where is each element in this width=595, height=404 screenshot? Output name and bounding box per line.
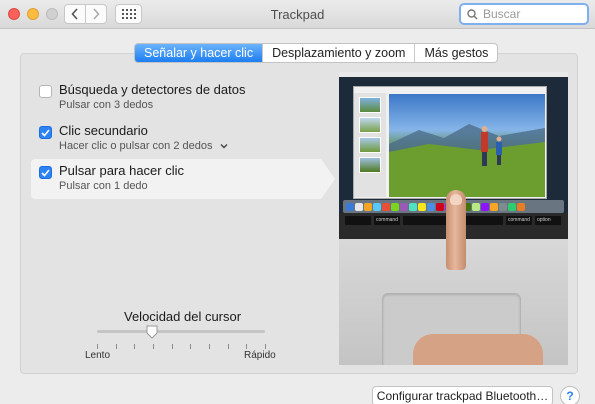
option-lookup-data-detectors[interactable]: Búsqueda y detectores de datos Pulsar co… — [31, 78, 321, 118]
dock-app-icon — [364, 202, 372, 211]
option-title: Pulsar para hacer clic — [59, 163, 184, 178]
menu-bar — [339, 72, 568, 77]
dock-app-icon — [382, 202, 390, 211]
gesture-preview-video: command command option — [339, 72, 568, 365]
thumbnail-sidebar — [354, 93, 386, 197]
slider-tick — [246, 344, 247, 349]
option-subtitle: Pulsar con 1 dedo — [59, 180, 148, 192]
chevron-down-icon — [220, 144, 228, 149]
slider-thumb[interactable] — [146, 325, 158, 339]
help-button[interactable]: ? — [560, 386, 580, 404]
slider-max-label: Rápido — [244, 350, 276, 361]
tracking-speed-label: Velocidad del cursor — [124, 309, 242, 324]
tab-scroll-and-zoom[interactable]: Desplazamiento y zoom — [262, 44, 414, 62]
slider-tick — [265, 344, 266, 349]
search-icon — [467, 8, 478, 20]
thumbnail — [359, 97, 381, 113]
search-placeholder: Buscar — [483, 7, 521, 21]
tap-to-click-checkbox[interactable] — [39, 166, 52, 179]
thumbnail — [359, 137, 381, 153]
selection-arrow — [321, 159, 335, 199]
key — [345, 216, 371, 225]
title-bar: Trackpad Buscar — [0, 0, 595, 29]
dock-app-icon — [517, 202, 525, 211]
secondary-click-dropdown[interactable]: Hacer clic o pulsar con 2 dedos — [59, 140, 228, 152]
search-field[interactable]: Buscar — [459, 3, 589, 25]
slider-min-label: Lento — [85, 350, 111, 361]
dock-app-icon — [346, 202, 354, 211]
thumbnail — [359, 117, 381, 133]
lookup-checkbox[interactable] — [39, 85, 52, 98]
dock-app-icon — [427, 202, 435, 211]
option-subtitle: Hacer clic o pulsar con 2 dedos — [59, 140, 213, 152]
dock-app-icon — [400, 202, 408, 211]
secondary-click-checkbox[interactable] — [39, 126, 52, 139]
photos-app-window — [353, 86, 547, 199]
dock-app-icon — [373, 202, 381, 211]
finger — [446, 190, 466, 270]
slider-tick — [153, 344, 154, 349]
checkmark-icon — [41, 128, 50, 137]
option-secondary-click[interactable]: Clic secundario Hacer clic o pulsar con … — [31, 119, 321, 159]
option-tap-to-click[interactable]: Pulsar para hacer clic Pulsar con 1 dedo — [31, 159, 335, 199]
slider-tick — [228, 344, 229, 349]
hikers-photo — [389, 94, 545, 197]
dock-app-icon — [508, 202, 516, 211]
dock-app-icon — [418, 202, 426, 211]
slider-tick — [172, 344, 173, 349]
option-title: Clic secundario — [59, 123, 148, 138]
checkmark-icon — [41, 168, 50, 177]
key-command-right: command — [506, 216, 532, 225]
hand — [413, 334, 543, 365]
option-title: Búsqueda y detectores de datos — [59, 82, 246, 97]
dock-app-icon — [436, 202, 444, 211]
slider-tick — [97, 344, 98, 349]
tab-point-and-click[interactable]: Señalar y hacer clic — [135, 44, 263, 62]
dock-app-icon — [472, 202, 480, 211]
thumbnail — [359, 157, 381, 173]
key-command-left: command — [374, 216, 400, 225]
setup-bluetooth-trackpad-button[interactable]: Configurar trackpad Bluetooth… — [372, 386, 553, 404]
settings-panel: Búsqueda y detectores de datos Pulsar co… — [20, 53, 578, 374]
tab-bar: Señalar y hacer clic Desplazamiento y zo… — [134, 43, 499, 63]
dock-app-icon — [499, 202, 507, 211]
slider-tick — [209, 344, 210, 349]
slider-tick — [190, 344, 191, 349]
key-option: option — [535, 216, 561, 225]
dock-app-icon — [409, 202, 417, 211]
dock-app-icon — [481, 202, 489, 211]
dock-app-icon — [391, 202, 399, 211]
tab-more-gestures[interactable]: Más gestos — [414, 44, 497, 62]
dock-app-icon — [490, 202, 498, 211]
option-subtitle: Pulsar con 3 dedos — [59, 99, 154, 111]
tracking-speed-slider[interactable] — [97, 330, 265, 333]
dock-app-icon — [355, 202, 363, 211]
slider-tick — [116, 344, 117, 349]
slider-tick — [134, 344, 135, 349]
